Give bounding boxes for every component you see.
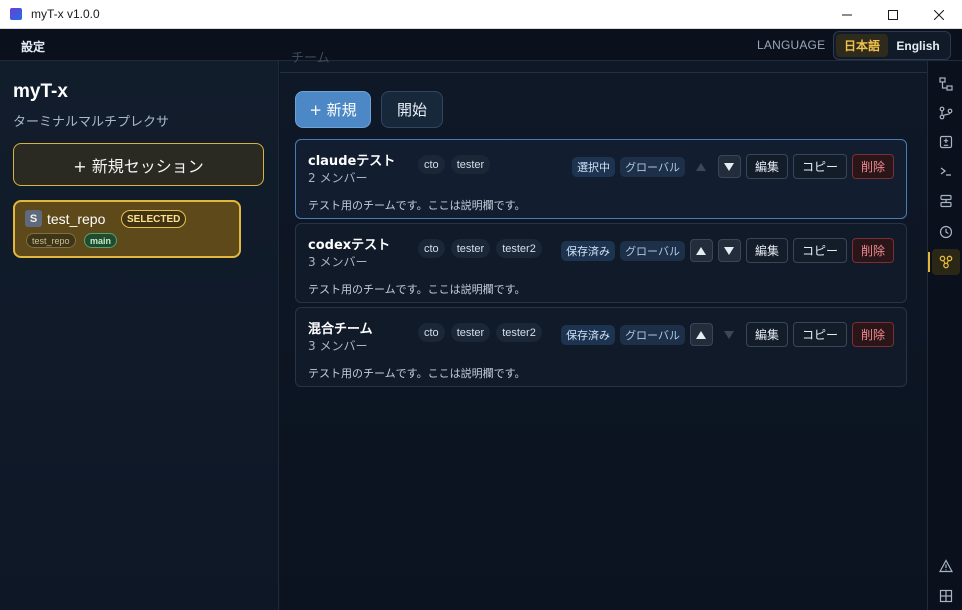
copy-button[interactable]: コピー xyxy=(792,322,847,347)
app-subtitle: ターミナルマルチプレクサ xyxy=(13,115,170,130)
team-description: テスト用のチームです。ここは説明欄です。 xyxy=(308,283,526,296)
language-label: LANGUAGE xyxy=(757,38,826,52)
move-down-button[interactable] xyxy=(717,239,741,262)
file-tree-icon xyxy=(939,77,953,91)
team-description: テスト用のチームです。ここは説明欄です。 xyxy=(308,367,526,380)
terminal-icon xyxy=(940,167,951,176)
scope-badge: グローバル xyxy=(620,156,685,177)
session-name: test_repo xyxy=(47,211,106,227)
move-up-button[interactable] xyxy=(689,239,713,262)
grid-button[interactable] xyxy=(932,583,960,609)
diff-button[interactable] xyxy=(932,129,960,155)
branch-tag: main xyxy=(84,233,118,248)
team-description: テスト用のチームです。ここは説明欄です。 xyxy=(308,199,526,212)
new-session-button[interactable]: + 新規セッション xyxy=(13,143,264,186)
repo-tag: test_repo xyxy=(26,233,76,248)
menu-bar: 設定 LANGUAGE xyxy=(0,29,962,61)
team-button[interactable] xyxy=(928,249,960,275)
arrow-down-icon xyxy=(724,162,735,171)
state-badge: 保存済み xyxy=(561,324,616,345)
language-ja-button[interactable]: 日本語 xyxy=(836,34,889,57)
arrow-down-icon xyxy=(724,330,735,339)
git-branch-icon xyxy=(939,106,953,120)
minimize-button[interactable] xyxy=(824,0,870,29)
role-chip: cto xyxy=(418,155,445,174)
state-badge: 選択中 xyxy=(572,156,616,177)
new-team-button[interactable]: + 新規 xyxy=(295,91,371,128)
move-up-button[interactable] xyxy=(689,323,713,346)
team-member-count: 2 メンバー xyxy=(308,171,368,185)
role-chip: cto xyxy=(418,323,445,342)
sidebar: myT-x ターミナルマルチプレクサ + 新規セッション S test_repo… xyxy=(0,61,279,610)
state-badge: 保存済み xyxy=(561,240,616,261)
team-member-count: 3 メンバー xyxy=(308,255,368,269)
language-en-button[interactable]: English xyxy=(888,34,948,57)
layers-icon xyxy=(940,194,952,208)
maximize-icon xyxy=(888,9,898,20)
scope-badge: グローバル xyxy=(620,240,685,261)
panel-title: チーム xyxy=(291,51,330,66)
role-chip: tester xyxy=(450,239,491,258)
team-name: claudeテスト xyxy=(308,154,396,169)
maximize-button[interactable] xyxy=(870,0,916,29)
divider xyxy=(280,72,927,73)
selected-badge: SELECTED xyxy=(121,210,187,228)
start-button[interactable]: 開始 xyxy=(381,91,443,128)
team-card[interactable]: codexテスト 3 メンバー cto tester tester2 保存済み … xyxy=(295,223,907,303)
move-up-button[interactable] xyxy=(690,155,713,178)
layers-button[interactable] xyxy=(932,188,960,214)
language-toggle: 日本語 English xyxy=(833,31,951,60)
role-chip: tester xyxy=(450,323,491,342)
team-member-count: 3 メンバー xyxy=(308,339,368,353)
app-logo-icon xyxy=(10,8,22,20)
move-down-button[interactable] xyxy=(718,323,741,346)
history-button[interactable] xyxy=(932,219,960,245)
window-title: myT-x v1.0.0 xyxy=(31,7,100,21)
arrow-down-icon xyxy=(724,246,735,255)
team-name: 混合チーム xyxy=(308,322,373,337)
role-chip: cto xyxy=(418,239,445,258)
delete-button[interactable]: 削除 xyxy=(851,322,894,347)
edit-button[interactable]: 編集 xyxy=(745,154,788,179)
warning-icon xyxy=(939,559,953,573)
menu-settings[interactable]: 設定 xyxy=(21,38,45,55)
team-card[interactable]: 混合チーム 3 メンバー cto tester tester2 保存済み グロー… xyxy=(295,307,907,387)
file-tree-button[interactable] xyxy=(932,71,960,97)
edit-button[interactable]: 編集 xyxy=(745,322,788,347)
arrow-up-icon xyxy=(696,162,707,171)
session-type-badge: S xyxy=(25,210,42,227)
role-chip: tester2 xyxy=(496,323,542,342)
session-item[interactable]: S test_repo SELECTED test_repo main xyxy=(13,200,241,258)
terminal-button[interactable] xyxy=(932,158,960,184)
close-icon xyxy=(934,9,944,20)
move-down-button[interactable] xyxy=(717,155,741,178)
copy-button[interactable]: コピー xyxy=(792,238,847,263)
minimize-icon xyxy=(842,14,852,15)
arrow-up-icon xyxy=(696,330,707,339)
app-name: myT-x xyxy=(13,81,68,102)
copy-button[interactable]: コピー xyxy=(792,154,847,179)
diff-icon xyxy=(939,135,953,149)
team-name: codexテスト xyxy=(308,238,391,253)
team-card[interactable]: claudeテスト 2 メンバー cto tester 選択中 グローバル 編集… xyxy=(295,139,907,219)
arrow-up-icon xyxy=(696,246,707,255)
title-bar: myT-x v1.0.0 xyxy=(0,0,962,29)
activity-rail xyxy=(927,61,962,610)
role-chip: tester xyxy=(450,155,491,174)
delete-button[interactable]: 削除 xyxy=(851,154,894,179)
main-panel: チーム + 新規 開始 claudeテスト 2 メンバー cto tester … xyxy=(280,51,927,610)
edit-button[interactable]: 編集 xyxy=(745,238,788,263)
history-icon xyxy=(939,225,953,239)
git-branch-button[interactable] xyxy=(932,100,960,126)
team-icon xyxy=(939,255,953,269)
close-button[interactable] xyxy=(916,0,962,29)
delete-button[interactable]: 削除 xyxy=(851,238,894,263)
role-chip: tester2 xyxy=(496,239,542,258)
scope-badge: グローバル xyxy=(620,324,685,345)
warning-button[interactable] xyxy=(932,553,960,579)
grid-icon xyxy=(939,589,953,603)
